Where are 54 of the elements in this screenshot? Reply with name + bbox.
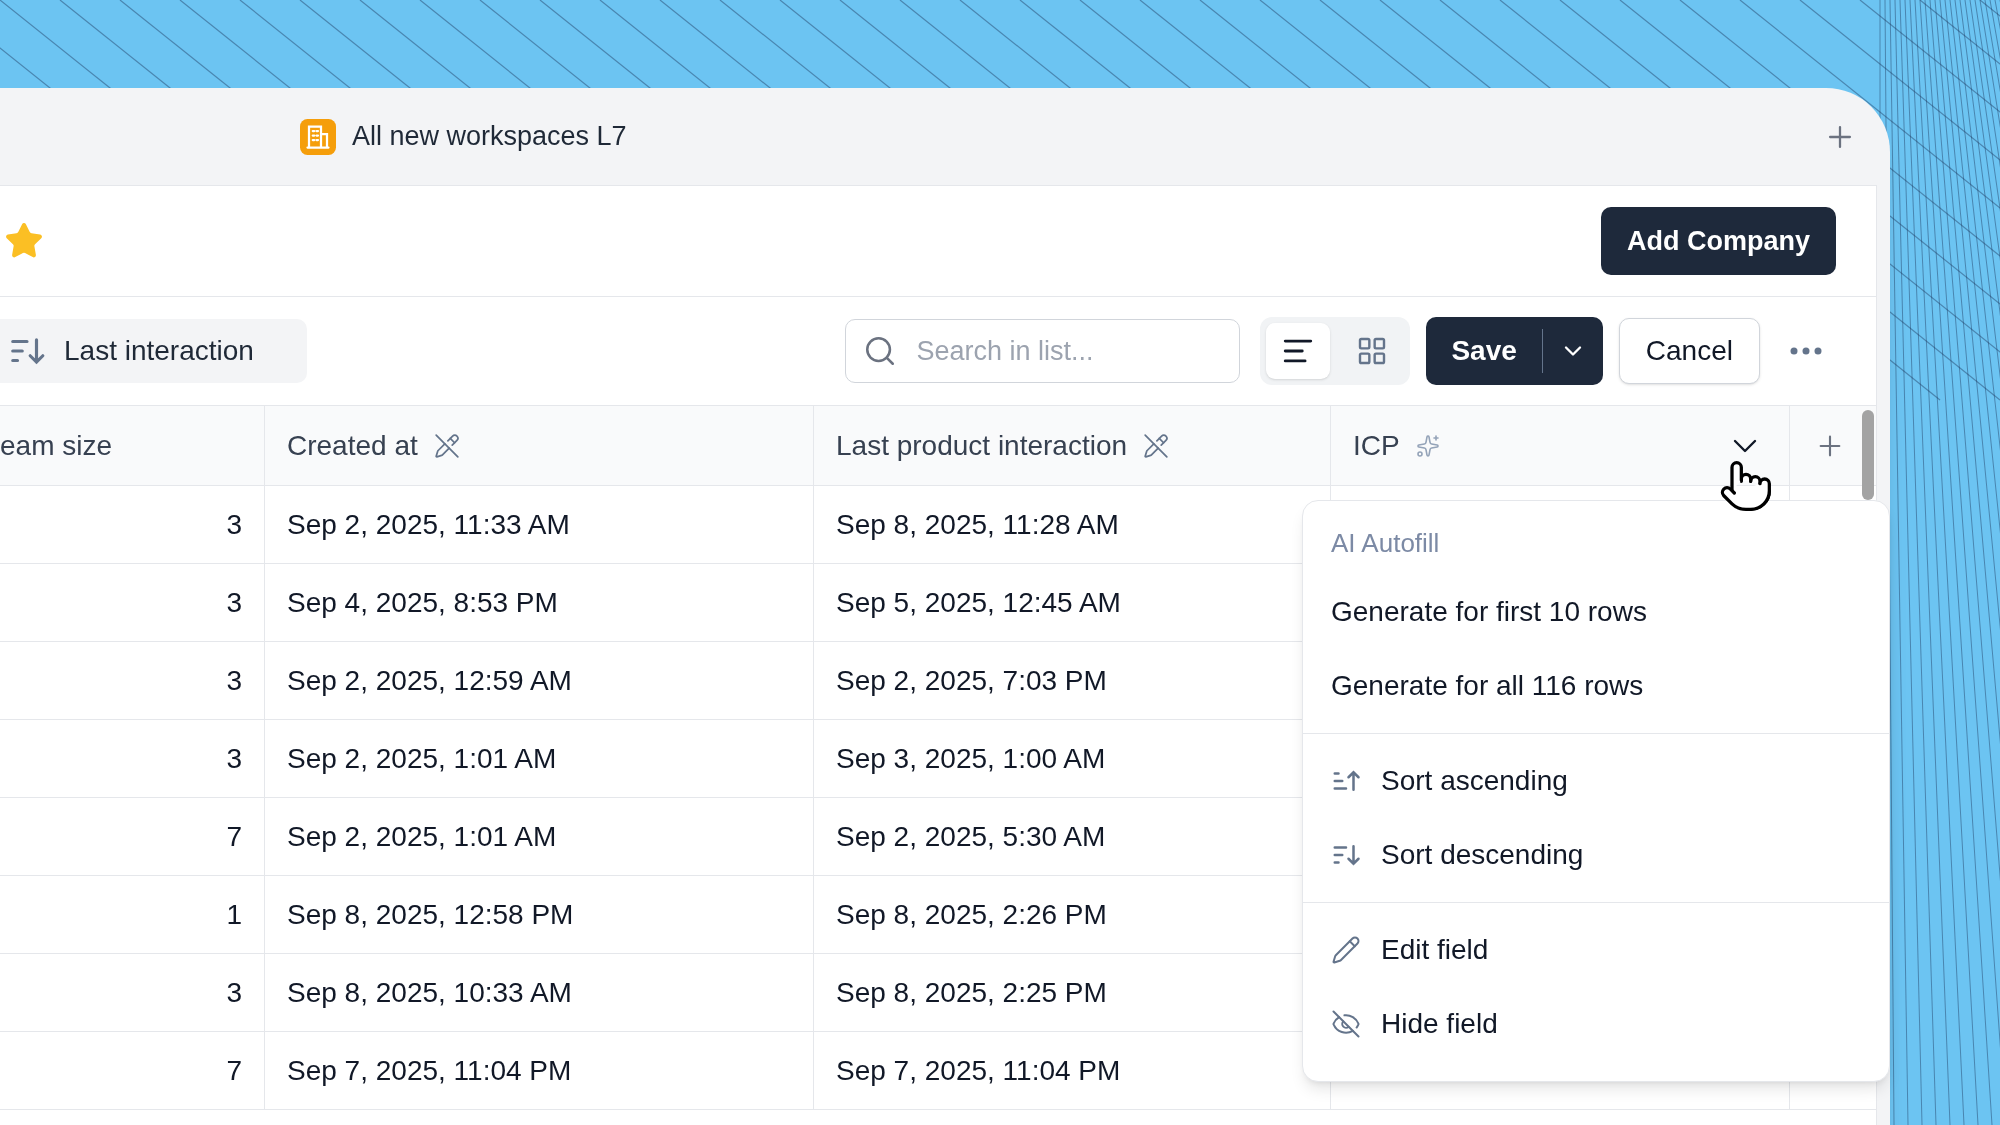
eye-off-icon bbox=[1331, 1009, 1361, 1039]
table-cell-text: Sep 3, 2025, 1:00 AM bbox=[836, 741, 1106, 776]
table-cell-text: Sep 7, 2025, 11:04 PM bbox=[287, 1053, 572, 1088]
table-cell-text: Sep 2, 2025, 12:59 AM bbox=[287, 663, 572, 698]
table-cell-text: 7 bbox=[226, 1053, 242, 1088]
cancel-button[interactable]: Cancel bbox=[1618, 318, 1760, 384]
table-cell-text: 7 bbox=[226, 819, 242, 854]
table-cell-text: Sep 7, 2025, 11:04 PM bbox=[836, 1053, 1121, 1088]
table-cell-text: 3 bbox=[226, 741, 242, 776]
more-icon bbox=[1790, 347, 1822, 355]
table-cell-text: Sep 8, 2025, 11:28 AM bbox=[836, 507, 1119, 542]
menu-heading: AI Autofill bbox=[1331, 526, 1440, 560]
menu-item[interactable]: Sort ascending bbox=[1303, 744, 1889, 818]
table-cell-text: 3 bbox=[226, 663, 242, 698]
table-cell-text: Sep 8, 2025, 12:58 PM bbox=[287, 897, 574, 932]
table-cell-text: Sep 2, 2025, 7:03 PM bbox=[836, 663, 1107, 698]
menu-item[interactable]: Edit field bbox=[1303, 913, 1889, 987]
table-cell-text: Sep 8, 2025, 10:33 AM bbox=[287, 975, 572, 1010]
table-cell-text: Sep 2, 2025, 5:30 AM bbox=[836, 819, 1106, 854]
table-cell-text: Sep 5, 2025, 12:45 AM bbox=[836, 585, 1121, 620]
chevron-down-icon bbox=[1733, 438, 1757, 453]
column-header[interactable]: eam size bbox=[0, 406, 265, 485]
table-cell-text: Sep 2, 2025, 11:33 AM bbox=[287, 507, 570, 542]
pencil-off-icon bbox=[1143, 432, 1170, 459]
search-field[interactable]: Search in list... bbox=[845, 319, 1241, 383]
table-cell-text: Sep 8, 2025, 2:26 PM bbox=[836, 897, 1107, 932]
scrollbar[interactable] bbox=[1862, 410, 1874, 500]
tab-title[interactable]: All new workspaces L7 bbox=[352, 116, 627, 157]
menu-item[interactable]: Generate for all 116 rows bbox=[1303, 649, 1889, 723]
table-cell-text: 1 bbox=[226, 897, 242, 932]
column-title: Created at bbox=[287, 428, 418, 463]
list-view-button[interactable] bbox=[1266, 323, 1331, 379]
table-cell-text: Sep 4, 2025, 8:53 PM bbox=[287, 585, 558, 620]
column-header[interactable]: Last product interaction bbox=[814, 406, 1331, 485]
add-company-button[interactable]: Add Company bbox=[1601, 207, 1836, 275]
column-title: Last product interaction bbox=[836, 428, 1128, 463]
sort-chip[interactable]: Last interaction bbox=[0, 319, 307, 383]
column-header[interactable]: Created at bbox=[265, 406, 814, 485]
pencil-icon bbox=[1331, 935, 1361, 965]
sparkle-icon bbox=[1415, 433, 1440, 458]
save-button[interactable]: Save bbox=[1426, 329, 1543, 373]
table-cell-text: Sep 2, 2025, 1:01 AM bbox=[287, 819, 557, 854]
table-cell-text: 3 bbox=[226, 585, 242, 620]
menu-item[interactable]: Hide field bbox=[1303, 987, 1889, 1061]
table-cell-text: Sep 8, 2025, 2:25 PM bbox=[836, 975, 1107, 1010]
menu-item[interactable]: Sort descending bbox=[1303, 818, 1889, 892]
table-cell-text: 3 bbox=[226, 507, 242, 542]
column-title: ICP bbox=[1353, 428, 1400, 463]
pencil-off-icon bbox=[433, 432, 460, 459]
menu-item[interactable]: Generate for first 10 rows bbox=[1303, 575, 1889, 649]
table-cell-text: 3 bbox=[226, 975, 242, 1010]
column-title: eam size bbox=[0, 428, 113, 463]
building-icon bbox=[300, 118, 336, 155]
table-cell-text: Sep 2, 2025, 1:01 AM bbox=[287, 741, 557, 776]
